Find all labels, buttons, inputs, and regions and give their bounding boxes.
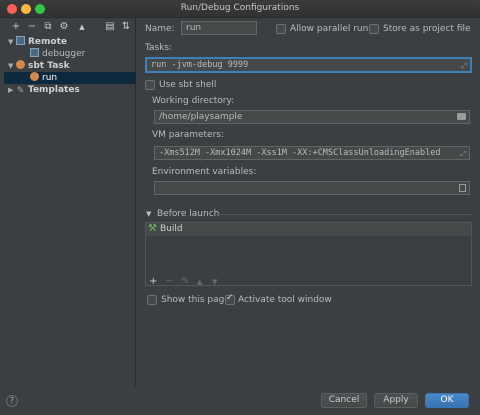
tree-label: Templates (28, 85, 80, 95)
edit-defaults-icon[interactable]: ⚙ (58, 20, 70, 34)
expand-field-icon[interactable]: ⤢ (461, 60, 467, 71)
divider (215, 214, 472, 215)
run-debug-dialog: Run/Debug Configurations + − ⧉ ⚙ ▲ ▤ ⇅ ▼… (0, 0, 480, 415)
remote-icon (16, 36, 25, 45)
browse-env-icon[interactable] (459, 184, 466, 192)
tree-item-templates[interactable]: ▶ ✎ Templates (8, 84, 80, 96)
title-bar: Run/Debug Configurations (0, 0, 480, 18)
copy-config-button[interactable]: ⧉ (42, 20, 54, 34)
working-dir-field[interactable]: /home/playsample (154, 110, 470, 124)
sbt-icon (30, 72, 39, 81)
show-page-label: Show this page (161, 295, 230, 305)
expand-arrow-icon[interactable]: ▶ (8, 84, 16, 96)
tree-label: debugger (42, 49, 86, 59)
working-dir-value: /home/playsample (159, 112, 243, 122)
edit-task-icon[interactable]: ✎ (181, 276, 189, 287)
apply-button[interactable]: Apply (374, 393, 418, 408)
show-page-checkbox[interactable] (147, 295, 157, 305)
tree-label: run (42, 73, 58, 83)
tree-item-sbt-task[interactable]: ▼ sbt Task (8, 60, 70, 72)
tree-item-debugger[interactable]: debugger (30, 48, 85, 60)
options-group: Working directory: /home/playsample VM p… (145, 90, 472, 200)
use-sbt-shell-checkbox[interactable] (145, 80, 155, 90)
store-project-checkbox[interactable] (369, 24, 379, 34)
move-up-icon[interactable]: ▲ (197, 278, 202, 286)
hammer-icon: ⚒ (148, 223, 157, 234)
build-label: Build (160, 224, 183, 234)
ok-button[interactable]: OK (425, 393, 469, 408)
tree-item-remote[interactable]: ▼ Remote (8, 36, 67, 48)
tree-label: Remote (28, 37, 68, 47)
tasks-field[interactable]: run -jvm-debug 9999 ⤢ (145, 57, 472, 73)
env-vars-label: Environment variables: (152, 167, 257, 177)
sort-icon[interactable]: ⇅ (120, 20, 132, 34)
store-project-label: Store as project file (383, 24, 471, 34)
allow-parallel-label: Allow parallel run (290, 24, 369, 34)
name-field[interactable]: run (181, 21, 257, 35)
wrench-icon: ✎ (16, 86, 25, 96)
tasks-label: Tasks: (145, 43, 173, 53)
vm-params-value: -Xms512M -Xmx1024M -Xss1M -XX:+CMSClassU… (159, 148, 441, 158)
list-item[interactable]: ⚒ Build (146, 223, 471, 236)
collapse-arrow-icon[interactable]: ▼ (146, 210, 151, 218)
activate-tool-label: Activate tool window (238, 295, 332, 305)
tasks-value: run -jvm-debug 9999 (151, 60, 249, 70)
expand-arrow-icon[interactable]: ▼ (8, 36, 16, 48)
move-up-icon[interactable]: ▲ (76, 20, 88, 34)
remove-config-button[interactable]: − (26, 20, 38, 34)
remove-task-button[interactable]: − (165, 276, 173, 287)
add-task-button[interactable]: + (149, 276, 157, 287)
expand-field-icon[interactable]: ⤢ (460, 148, 466, 159)
use-sbt-shell-label: Use sbt shell (159, 80, 217, 90)
vm-params-field[interactable]: -Xms512M -Xmx1024M -Xss1M -XX:+CMSClassU… (154, 146, 470, 160)
before-launch-header: Before launch (157, 209, 220, 219)
browse-folder-icon[interactable] (457, 113, 466, 120)
activate-tool-checkbox[interactable] (225, 293, 235, 305)
move-down-icon[interactable]: ▼ (212, 278, 217, 286)
working-dir-label: Working directory: (152, 96, 235, 106)
allow-parallel-checkbox[interactable] (276, 24, 286, 34)
vm-params-label: VM parameters: (152, 130, 225, 140)
remote-icon (30, 48, 39, 57)
help-search-icon[interactable]: ⌕ (460, 22, 466, 33)
configurations-panel: + − ⧉ ⚙ ▲ ▤ ⇅ ▼ Remote debugger ▼ sbt Task… (4, 18, 136, 387)
window-title: Run/Debug Configurations (180, 3, 300, 13)
before-launch-list: ⚒ Build (145, 222, 472, 286)
tree-label: sbt Task (28, 61, 70, 71)
folder-icon[interactable]: ▤ (104, 20, 116, 34)
expand-arrow-icon[interactable]: ▼ (8, 60, 16, 72)
tree-item-run[interactable]: run (4, 72, 136, 84)
sbt-icon (16, 60, 25, 69)
env-vars-field[interactable] (154, 181, 470, 195)
add-config-button[interactable]: + (10, 20, 22, 34)
help-icon[interactable]: ? (6, 395, 18, 407)
name-label: Name: (145, 24, 175, 34)
cancel-button[interactable]: Cancel (321, 393, 367, 408)
